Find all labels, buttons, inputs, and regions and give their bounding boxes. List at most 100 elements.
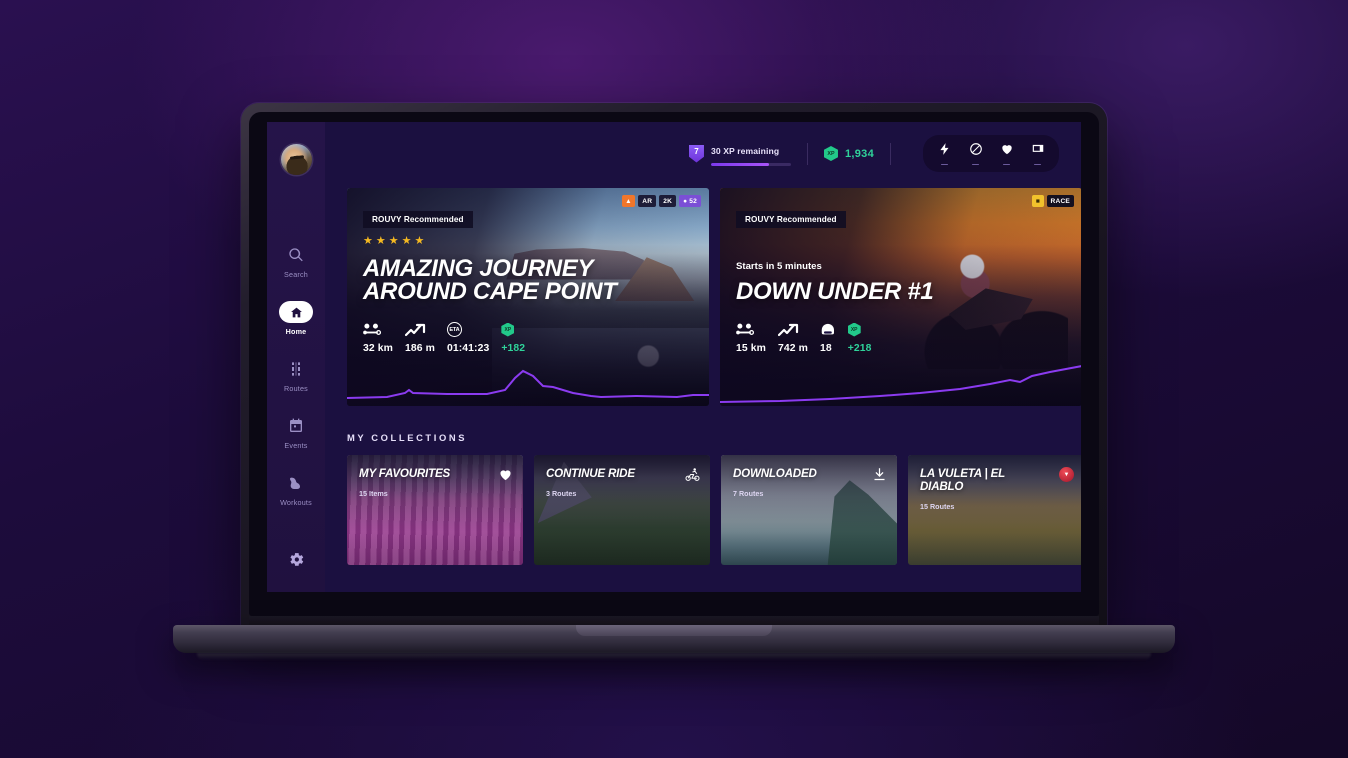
riders-count-label: 52 xyxy=(689,197,697,205)
cadence-icon xyxy=(969,142,983,161)
collection-subtitle: 3 Routes xyxy=(546,489,577,498)
device-power-meter[interactable] xyxy=(929,142,960,166)
collection-subtitle: 7 Routes xyxy=(733,489,764,498)
trophy-badge-icon: ■ xyxy=(1032,195,1044,207)
recommended-tag: ROUVY Recommended xyxy=(363,211,473,228)
card-stats: 32 km 186 m ETA 01:41:23 XP +182 xyxy=(363,322,525,354)
stat-value: 32 km xyxy=(363,343,393,354)
stat-value: 742 m xyxy=(777,343,808,354)
riders-icon xyxy=(820,322,836,337)
collection-title: MY FAVOURITES xyxy=(359,467,451,480)
stat-eta: ETA 01:41:23 xyxy=(446,322,490,354)
home-icon xyxy=(279,301,313,323)
star-icon: ★ xyxy=(401,235,412,247)
stat-value: 186 m xyxy=(404,343,435,354)
star-icon: ★ xyxy=(363,235,373,247)
stat-value: 01:41:23 xyxy=(446,343,490,354)
device-status-dash xyxy=(1003,163,1010,166)
coin-value: 1,934 xyxy=(844,147,874,160)
elevation-icon xyxy=(777,322,800,337)
featured-carousel: ▲ AR 2K ● 52 ROUVY Recommended ★ ★ ★ ★ ★… xyxy=(325,188,1081,406)
stat-xp: XP +218 xyxy=(847,322,872,354)
laptop-base-shadow xyxy=(197,653,1151,660)
collection-title-line1: LA VULETA | EL xyxy=(920,467,1006,480)
laptop-base xyxy=(173,625,1175,653)
route-distance-icon xyxy=(736,322,756,337)
gear-icon xyxy=(288,553,305,572)
sidebar-item-label: Search xyxy=(284,270,308,279)
stat-xp: XP +182 xyxy=(501,322,525,354)
featured-card-race[interactable]: ■ RACE ROUVY Recommended Starts in 5 min… xyxy=(720,188,1081,406)
collection-title-line2: DIABLO xyxy=(920,479,964,493)
heart-icon xyxy=(498,467,513,487)
featured-card-route[interactable]: ▲ AR 2K ● 52 ROUVY Recommended ★ ★ ★ ★ ★… xyxy=(347,188,709,406)
muscle-icon xyxy=(284,472,308,494)
device-tray xyxy=(923,134,1059,173)
laptop-mockup: Search Home Routes Events Workouts 7 30 … xyxy=(0,0,1348,758)
sidebar-item-label: Events xyxy=(284,441,308,450)
stat-distance: 15 km xyxy=(736,322,766,354)
collection-title: LA VULETA | EL DIABLO xyxy=(920,467,1050,493)
sidebar-item-home[interactable]: Home xyxy=(270,301,322,336)
stat-distance: 32 km xyxy=(363,322,393,354)
sidebar-item-label: Routes xyxy=(284,384,308,393)
main-content: 7 30 XP remaining XP 1,934 ▲ AR 2K ● 52 … xyxy=(325,122,1081,592)
sidebar-item-label: Home xyxy=(285,327,307,336)
xp-progress-block[interactable]: 7 30 XP remaining xyxy=(688,141,791,166)
collections-section-title: MY COLLECTIONS xyxy=(347,432,468,443)
heart-icon xyxy=(1000,142,1014,161)
calendar-icon xyxy=(284,415,308,437)
collection-card-la-vuleta[interactable]: LA VULETA | EL DIABLO 15 Routes ▼ xyxy=(908,455,1081,565)
stat-elevation: 186 m xyxy=(404,322,435,354)
device-smart-trainer[interactable] xyxy=(1022,142,1053,166)
stat-elevation: 742 m xyxy=(777,322,808,354)
collection-title: DOWNLOADED xyxy=(733,467,817,480)
user-avatar[interactable] xyxy=(280,144,312,175)
trainer-icon xyxy=(1031,142,1045,161)
coin-balance[interactable]: XP 1,934 xyxy=(823,146,874,161)
recommended-tag: ROUVY Recommended xyxy=(736,211,846,228)
eta-icon: ETA xyxy=(446,322,462,337)
download-icon xyxy=(872,467,887,487)
sidebar-item-workouts[interactable]: Workouts xyxy=(270,472,322,507)
person-icon: ● xyxy=(683,197,688,205)
sidebar: Search Home Routes Events Workouts xyxy=(267,122,325,592)
card-badges: ▲ AR 2K ● 52 xyxy=(621,195,701,207)
card-title-line1: DOWN UNDER #1 xyxy=(736,278,934,305)
sidebar-item-search[interactable]: Search xyxy=(270,244,322,279)
elevation-profile-chart xyxy=(347,360,709,406)
collection-card-downloaded[interactable]: DOWNLOADED 7 Routes xyxy=(721,455,897,565)
stat-value: 18 xyxy=(819,343,832,354)
resolution-badge: 2K xyxy=(659,195,677,207)
laptop-lid: Search Home Routes Events Workouts 7 30 … xyxy=(241,103,1107,630)
sidebar-item-events[interactable]: Events xyxy=(270,415,322,450)
stat-value: +182 xyxy=(501,343,526,354)
collection-card-continue-ride[interactable]: CONTINUE RIDE 3 Routes xyxy=(534,455,710,565)
xp-progress-fill xyxy=(710,163,769,166)
riders-count-badge: ● 52 xyxy=(679,195,701,207)
race-badge: RACE xyxy=(1046,195,1074,207)
cyclist-icon xyxy=(685,467,700,487)
card-badges: ■ RACE xyxy=(1032,195,1074,207)
bolt-icon xyxy=(938,142,952,161)
star-icon: ★ xyxy=(375,235,386,247)
search-icon xyxy=(284,244,308,266)
device-cadence-sensor[interactable] xyxy=(960,142,991,166)
stat-riders: 18 xyxy=(820,322,836,354)
star-icon: ★ xyxy=(388,235,399,247)
collection-subtitle: 15 Items xyxy=(359,489,388,498)
ar-badge: AR xyxy=(638,195,657,207)
collection-title: CONTINUE RIDE xyxy=(546,467,635,480)
device-status-dash xyxy=(941,163,948,166)
stat-value: 15 km xyxy=(736,343,766,354)
collection-card-favourites[interactable]: MY FAVOURITES 15 Items xyxy=(347,455,523,565)
device-heart-rate[interactable] xyxy=(991,142,1022,166)
xp-icon: XP xyxy=(847,322,861,337)
sidebar-item-routes[interactable]: Routes xyxy=(270,358,322,393)
elevation-icon xyxy=(404,322,427,337)
settings-button[interactable] xyxy=(288,551,305,573)
divider xyxy=(890,142,891,165)
card-stats: 15 km 742 m 18 XP +218 xyxy=(736,322,872,354)
xp-remaining-label: 30 XP remaining xyxy=(710,146,780,156)
device-status-dash xyxy=(972,163,979,166)
